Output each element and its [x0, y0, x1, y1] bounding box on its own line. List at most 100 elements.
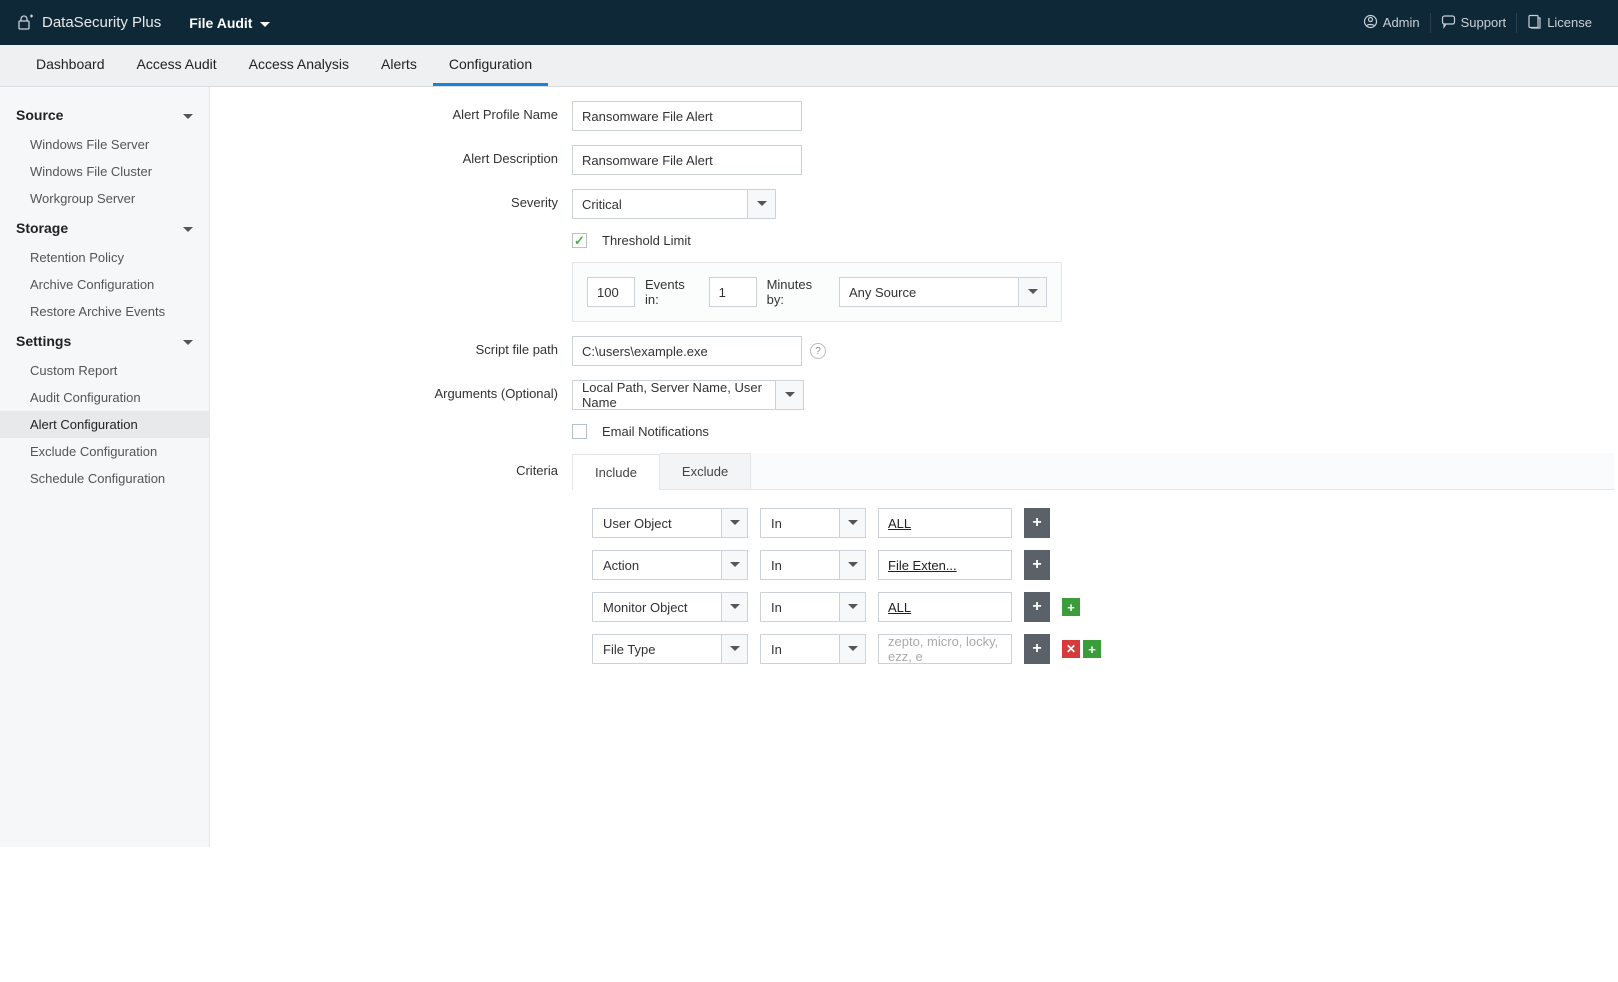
sidebar-header-settings[interactable]: Settings: [0, 325, 209, 357]
chevron-down-icon[interactable]: [840, 634, 866, 664]
chevron-down-icon[interactable]: [840, 550, 866, 580]
caret-down-icon: [183, 333, 193, 349]
criteria-tab-exclude[interactable]: Exclude: [660, 453, 751, 489]
caret-down-icon: [183, 107, 193, 123]
sidebar-item-windows-file-server[interactable]: Windows File Server: [0, 131, 209, 158]
main-content: Alert Profile Name Alert Description Sev…: [210, 87, 1618, 847]
criteria-op-select[interactable]: In: [760, 592, 866, 622]
sidebar-item-exclude-configuration[interactable]: Exclude Configuration: [0, 438, 209, 465]
chevron-down-icon[interactable]: [776, 380, 804, 410]
sidebar-item-archive-configuration[interactable]: Archive Configuration: [0, 271, 209, 298]
chevron-down-icon[interactable]: [722, 508, 748, 538]
arguments-value: Local Path, Server Name, User Name: [572, 380, 776, 410]
chevron-down-icon[interactable]: [1019, 277, 1047, 307]
admin-link[interactable]: Admin: [1353, 13, 1430, 33]
chevron-down-icon[interactable]: [722, 550, 748, 580]
support-link[interactable]: Support: [1430, 13, 1517, 33]
help-icon[interactable]: ?: [810, 343, 826, 359]
criteria-field-select[interactable]: File Type: [592, 634, 748, 664]
sidebar-item-alert-configuration[interactable]: Alert Configuration: [0, 411, 209, 438]
criteria-row: File Type In zepto, micro, locky, ezz, e…: [592, 634, 1614, 664]
lock-plus-icon: [16, 14, 34, 32]
caret-down-icon: [183, 220, 193, 236]
tab-access-audit[interactable]: Access Audit: [121, 45, 233, 86]
chat-icon: [1441, 14, 1456, 32]
threshold-checkbox[interactable]: [572, 233, 587, 248]
sidebar-item-windows-file-cluster[interactable]: Windows File Cluster: [0, 158, 209, 185]
severity-value: Critical: [572, 189, 748, 219]
criteria-tab-include[interactable]: Include: [572, 454, 660, 490]
severity-select[interactable]: Critical: [572, 189, 776, 219]
criteria-body: User Object In ALL + Action: [572, 490, 1614, 664]
brand: DataSecurity Plus: [16, 14, 161, 32]
add-button[interactable]: +: [1024, 508, 1050, 538]
module-dropdown[interactable]: File Audit: [189, 15, 270, 31]
email-label: Email Notifications: [602, 424, 709, 439]
tab-alerts[interactable]: Alerts: [365, 45, 433, 86]
events-in-label: Events in:: [645, 277, 699, 307]
script-path-input[interactable]: [572, 336, 802, 366]
criteria-op-select[interactable]: In: [760, 550, 866, 580]
criteria-op-select[interactable]: In: [760, 634, 866, 664]
criteria-row: Action In File Exten... +: [592, 550, 1614, 580]
threshold-source-value: Any Source: [839, 277, 1019, 307]
arguments-select[interactable]: Local Path, Server Name, User Name: [572, 380, 804, 410]
tab-dashboard[interactable]: Dashboard: [20, 45, 121, 86]
remove-button[interactable]: ✕: [1062, 640, 1080, 658]
criteria-value[interactable]: ALL: [878, 508, 1012, 538]
threshold-source-select[interactable]: Any Source: [839, 277, 1047, 307]
criteria-op-select[interactable]: In: [760, 508, 866, 538]
tab-access-analysis[interactable]: Access Analysis: [233, 45, 365, 86]
navtabs: Dashboard Access Audit Access Analysis A…: [0, 45, 1618, 87]
add-button[interactable]: +: [1024, 592, 1050, 622]
chevron-down-icon[interactable]: [748, 189, 776, 219]
add-group-button[interactable]: +: [1062, 598, 1080, 616]
criteria-value[interactable]: File Exten...: [878, 550, 1012, 580]
description-input[interactable]: [572, 145, 802, 175]
sidebar-item-workgroup-server[interactable]: Workgroup Server: [0, 185, 209, 212]
add-button[interactable]: +: [1024, 550, 1050, 580]
sidebar-item-custom-report[interactable]: Custom Report: [0, 357, 209, 384]
criteria-tabs: Include Exclude: [572, 453, 1614, 490]
threshold-count-input[interactable]: [587, 277, 635, 307]
sidebar-item-schedule-configuration[interactable]: Schedule Configuration: [0, 465, 209, 492]
label-profile-name: Alert Profile Name: [210, 101, 572, 122]
chevron-down-icon[interactable]: [840, 592, 866, 622]
threshold-minutes-input[interactable]: [709, 277, 757, 307]
tab-configuration[interactable]: Configuration: [433, 45, 548, 86]
sidebar-item-audit-configuration[interactable]: Audit Configuration: [0, 384, 209, 411]
brand-text: DataSecurity Plus: [42, 14, 161, 31]
criteria-row: User Object In ALL +: [592, 508, 1614, 538]
profile-name-input[interactable]: [572, 101, 802, 131]
email-checkbox[interactable]: [572, 424, 587, 439]
add-button[interactable]: +: [1024, 634, 1050, 664]
sidebar-header-storage[interactable]: Storage: [0, 212, 209, 244]
admin-icon: [1363, 14, 1378, 32]
license-icon: [1527, 14, 1542, 32]
add-group-button[interactable]: +: [1083, 640, 1101, 658]
minutes-by-label: Minutes by:: [767, 277, 829, 307]
label-criteria: Criteria: [210, 453, 572, 478]
chevron-down-icon[interactable]: [722, 634, 748, 664]
sidebar-item-restore-archive-events[interactable]: Restore Archive Events: [0, 298, 209, 325]
caret-down-icon: [260, 15, 270, 31]
label-severity: Severity: [210, 189, 572, 210]
topbar: DataSecurity Plus File Audit Admin Suppo…: [0, 0, 1618, 45]
criteria-field-select[interactable]: User Object: [592, 508, 748, 538]
chevron-down-icon[interactable]: [722, 592, 748, 622]
sidebar-item-retention-policy[interactable]: Retention Policy: [0, 244, 209, 271]
criteria-row: Monitor Object In ALL + +: [592, 592, 1614, 622]
chevron-down-icon[interactable]: [840, 508, 866, 538]
label-description: Alert Description: [210, 145, 572, 166]
license-link[interactable]: License: [1516, 13, 1602, 33]
criteria-value[interactable]: ALL: [878, 592, 1012, 622]
sidebar: Source Windows File Server Windows File …: [0, 87, 210, 847]
sidebar-header-source[interactable]: Source: [0, 99, 209, 131]
criteria-field-select[interactable]: Monitor Object: [592, 592, 748, 622]
threshold-box: Events in: Minutes by: Any Source: [572, 262, 1062, 322]
criteria-field-select[interactable]: Action: [592, 550, 748, 580]
label-script-path: Script file path: [210, 336, 572, 357]
threshold-label: Threshold Limit: [602, 233, 691, 248]
criteria-value[interactable]: zepto, micro, locky, ezz, e: [878, 634, 1012, 664]
module-name: File Audit: [189, 15, 252, 31]
